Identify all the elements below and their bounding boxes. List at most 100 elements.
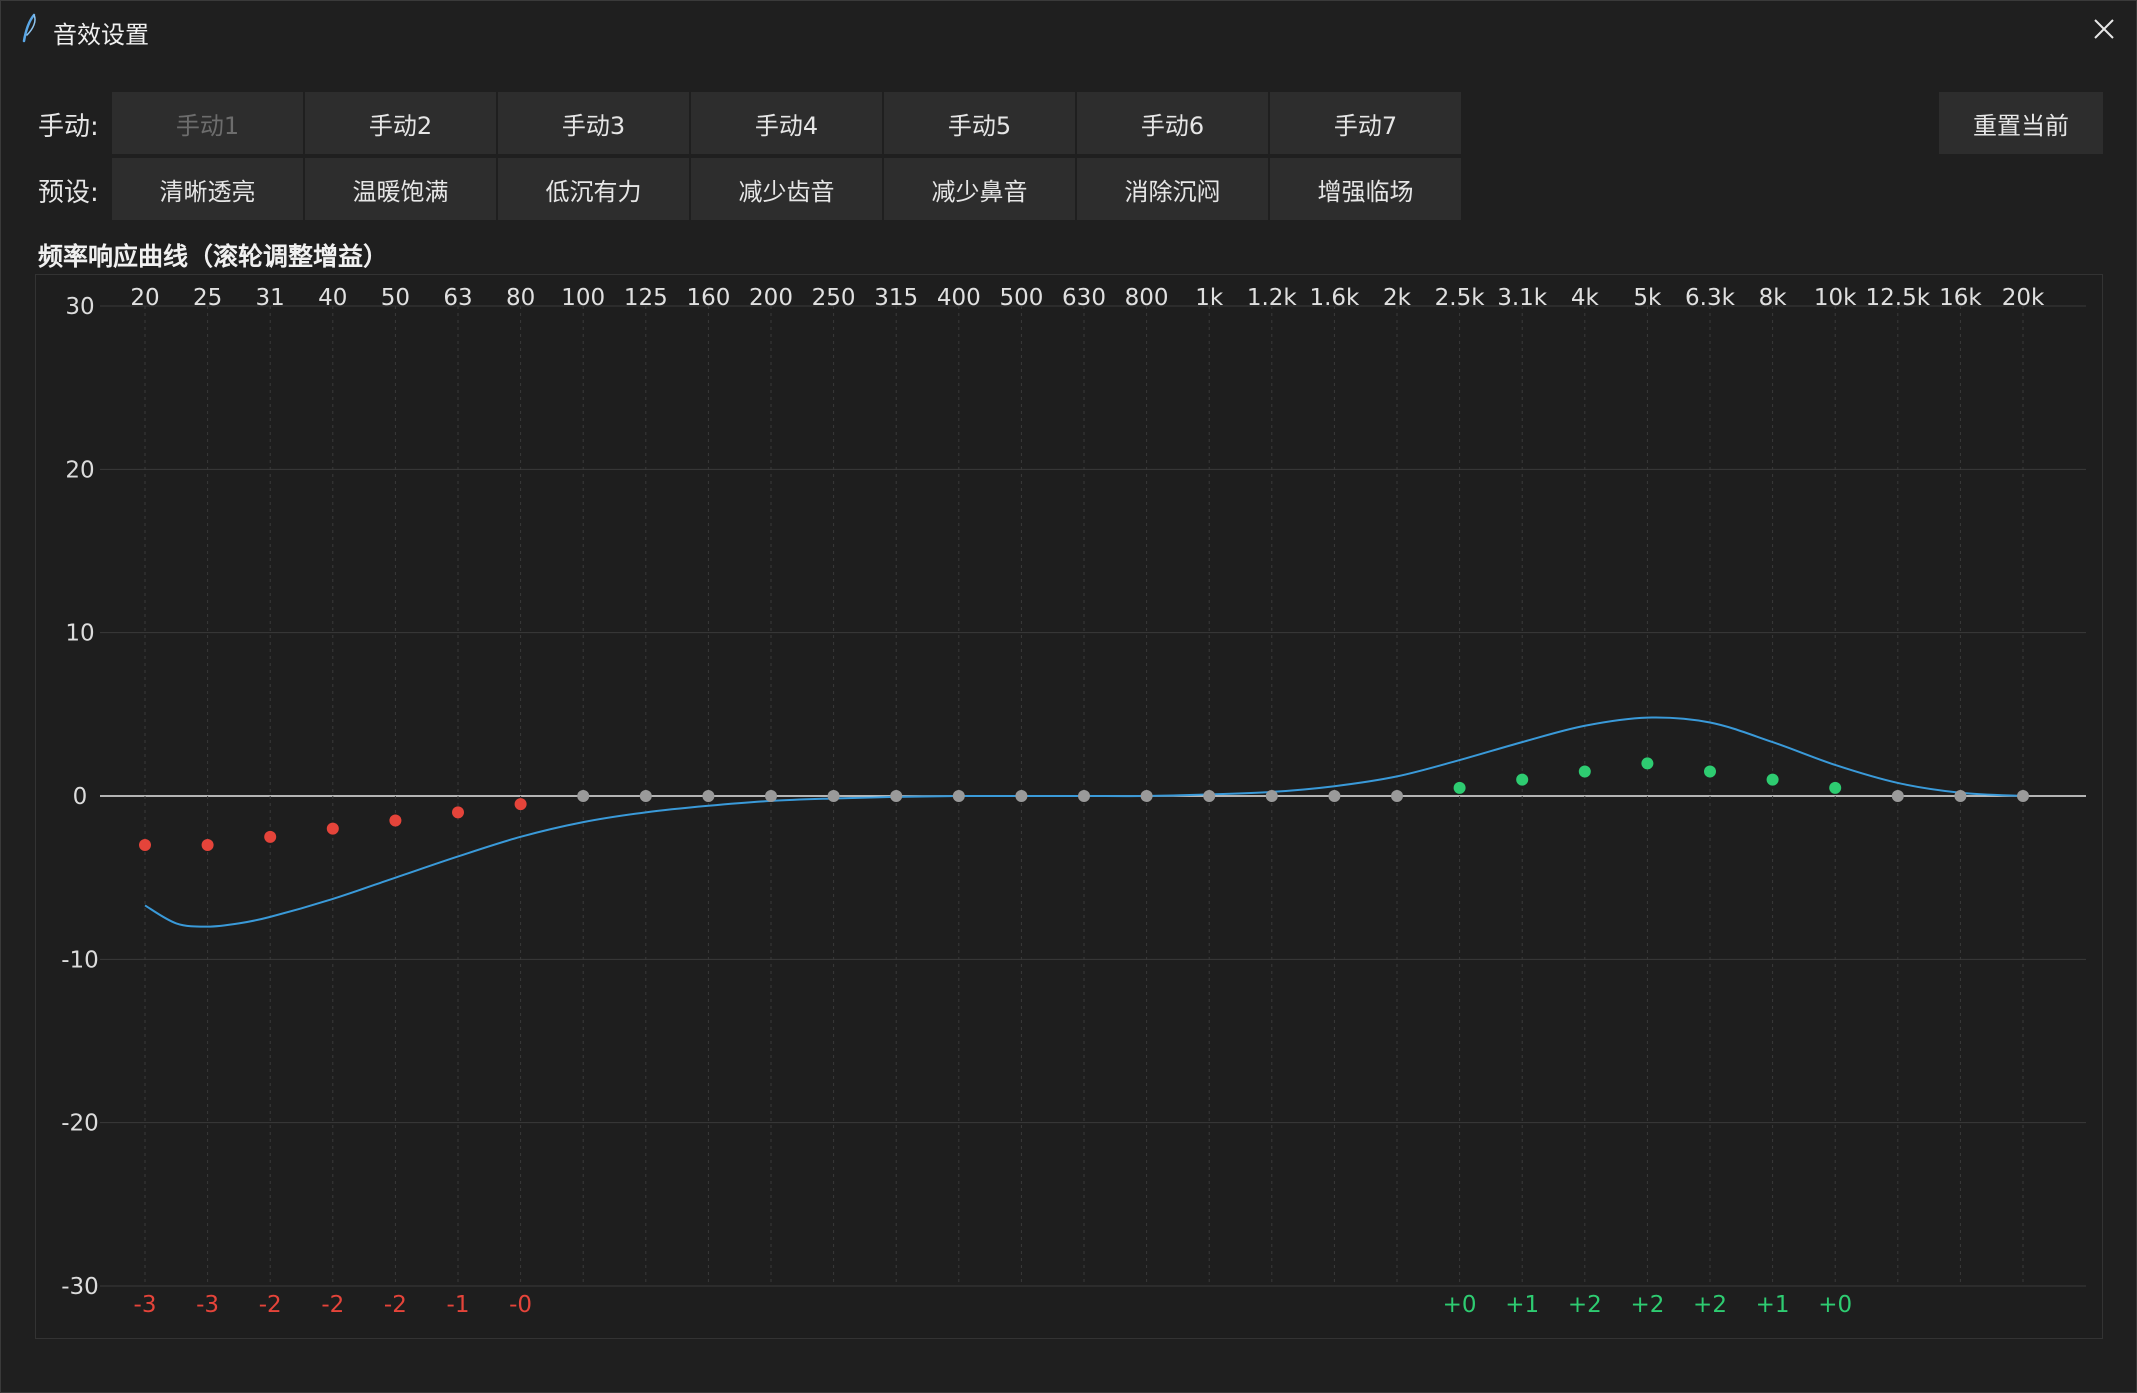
band-label: 20 [130, 285, 159, 311]
manual-button-7[interactable]: 手动7 [1270, 92, 1461, 154]
gain-value-label: -3 [196, 1292, 219, 1318]
band-gain-point[interactable] [827, 790, 840, 802]
band-label: 6.3k [1685, 285, 1736, 311]
gain-value-label: +0 [1443, 1292, 1477, 1318]
feather-icon [22, 13, 36, 43]
preset-button-5[interactable]: 减少鼻音 [884, 158, 1075, 220]
band-label: 5k [1633, 285, 1662, 311]
preset-button-6[interactable]: 消除沉闷 [1077, 158, 1268, 220]
gain-value-label: -0 [509, 1292, 532, 1318]
band-label: 1k [1195, 285, 1224, 311]
band-label: 1.6k [1309, 285, 1360, 311]
manual-button-3[interactable]: 手动3 [498, 92, 689, 154]
close-icon [2094, 19, 2114, 39]
band-label: 400 [937, 285, 981, 311]
preset-button-4[interactable]: 减少齿音 [691, 158, 882, 220]
band-gain-point[interactable] [1391, 790, 1403, 802]
gain-value-label: +1 [1756, 1292, 1790, 1318]
title-bar: 音效设置 [1, 1, 2136, 57]
band-label: 200 [749, 285, 793, 311]
preset-button-7[interactable]: 增强临场 [1270, 158, 1461, 220]
band-gain-point[interactable] [1015, 790, 1028, 802]
band-gain-point[interactable] [1078, 790, 1090, 802]
band-gain-point[interactable] [1704, 765, 1716, 778]
band-label: 80 [506, 285, 535, 311]
band-gain-point[interactable] [577, 790, 590, 802]
gain-value-label: +0 [1818, 1292, 1852, 1318]
band-gain-point[interactable] [952, 790, 965, 802]
band-gain-point[interactable] [1140, 790, 1153, 802]
band-gain-point[interactable] [890, 790, 903, 802]
preset-button-2[interactable]: 温暖饱满 [305, 158, 496, 220]
reset-current-button[interactable]: 重置当前 [1939, 92, 2103, 154]
close-button[interactable] [2078, 7, 2130, 51]
gain-value-label: -2 [259, 1292, 282, 1318]
gain-value-label: -1 [447, 1292, 470, 1318]
gain-value-label: +2 [1630, 1292, 1664, 1318]
manual-button-5[interactable]: 手动5 [884, 92, 1075, 154]
band-label: 12.5k [1866, 285, 1931, 311]
band-gain-point[interactable] [639, 790, 652, 802]
gain-value-label: +1 [1505, 1292, 1539, 1318]
band-label: 16k [1939, 285, 1982, 311]
manual-button-4[interactable]: 手动4 [691, 92, 882, 154]
band-label: 3.1k [1497, 285, 1548, 311]
band-gain-point[interactable] [326, 822, 339, 835]
y-tick-label: 20 [65, 457, 94, 483]
band-gain-point[interactable] [1891, 790, 1904, 802]
manual-button-6[interactable]: 手动6 [1077, 92, 1268, 154]
band-label: 100 [561, 285, 605, 311]
y-tick-label: -20 [61, 1111, 99, 1137]
band-label: 63 [443, 285, 472, 311]
band-label: 500 [999, 285, 1043, 311]
band-gain-point[interactable] [514, 798, 527, 811]
band-gain-point[interactable] [139, 839, 151, 851]
band-gain-point[interactable] [1328, 790, 1341, 802]
band-gain-point[interactable] [1453, 781, 1466, 794]
y-tick-label: -10 [61, 947, 99, 973]
band-label: 800 [1125, 285, 1169, 311]
band-gain-point[interactable] [264, 830, 277, 843]
band-gain-point[interactable] [1516, 773, 1529, 786]
band-gain-point[interactable] [2017, 790, 2029, 802]
y-tick-label: 10 [65, 621, 94, 647]
band-label: 1.2k [1247, 285, 1298, 311]
band-gain-point[interactable] [1829, 781, 1842, 794]
band-gain-point[interactable] [389, 814, 402, 827]
band-label: 8k [1759, 285, 1788, 311]
preset-label: 预设: [38, 178, 99, 208]
band-label: 160 [686, 285, 730, 311]
band-gain-point[interactable] [1641, 757, 1654, 770]
band-gain-point[interactable] [1265, 790, 1278, 802]
band-gain-point[interactable] [201, 839, 214, 851]
band-gain-point[interactable] [1203, 790, 1216, 802]
y-tick-label: 30 [65, 294, 94, 320]
band-label: 31 [256, 285, 285, 311]
frequency-response-chart[interactable]: 30 20 10 0 -10 -20 -30 20 25 31 40 50 63 80 100 125 160 2… [35, 274, 2103, 1339]
band-label: 125 [624, 285, 668, 311]
gain-value-label: +2 [1693, 1292, 1727, 1318]
eq-chart-svg[interactable]: 3020100-10-20-3020 25 31 40 50 63 80 100 125 160 2… [36, 275, 2102, 1338]
gain-value-label: -2 [384, 1292, 407, 1318]
band-label: 630 [1062, 285, 1106, 311]
band-gain-point[interactable] [702, 790, 715, 802]
band-gain-point[interactable] [1766, 773, 1779, 786]
eq-settings-window: 音效设置 手动: 预设: 手动1 手动2 手动3 手动4 手动5 手动6 手动7 清晰透亮温… [0, 0, 2137, 1393]
gain-value-label: -3 [134, 1292, 157, 1318]
band-gain-point[interactable] [452, 806, 464, 819]
band-label: 40 [318, 285, 347, 311]
band-gain-point[interactable] [1578, 765, 1591, 778]
preset-button-3[interactable]: 低沉有力 [498, 158, 689, 220]
band-gain-point[interactable] [1954, 790, 1967, 802]
manual-button-1: 手动1 [112, 92, 303, 154]
band-label: 50 [381, 285, 410, 311]
manual-label: 手动: [38, 112, 99, 142]
manual-button-2[interactable]: 手动2 [305, 92, 496, 154]
chart-title: 频率响应曲线（滚轮调整增益） [38, 242, 389, 271]
gain-value-label: -2 [321, 1292, 344, 1318]
band-label: 20k [2002, 285, 2045, 311]
band-gain-point[interactable] [765, 790, 777, 802]
preset-button-1[interactable]: 清晰透亮 [112, 158, 303, 220]
band-label: 250 [812, 285, 856, 311]
window-title: 音效设置 [53, 21, 149, 49]
